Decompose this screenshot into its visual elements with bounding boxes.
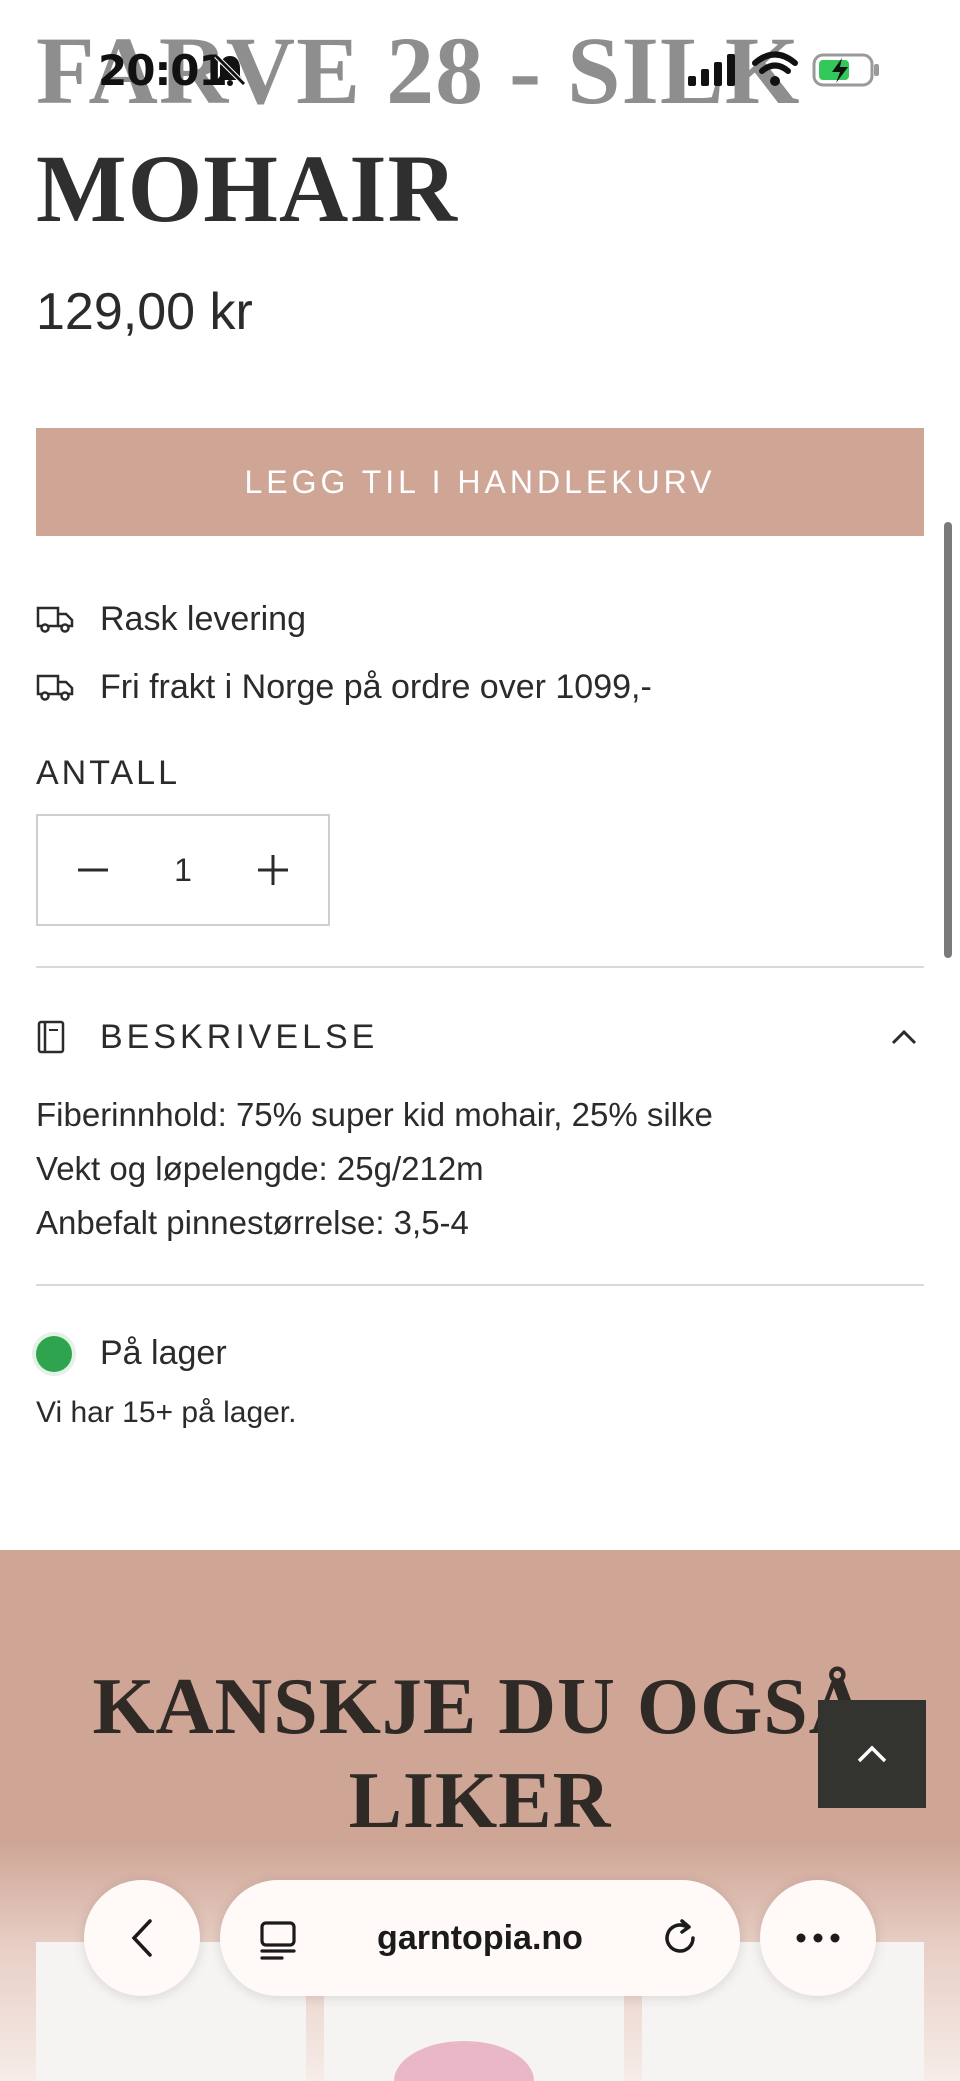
- truck-icon: [36, 674, 74, 701]
- browser-toolbar: garntopia.no: [0, 1880, 960, 2000]
- feature-text: Rask levering: [100, 599, 306, 638]
- book-icon: [37, 1020, 65, 1054]
- product-title-line2: MOHAIR: [36, 135, 458, 242]
- description-line: Vekt og løpelengde: 25g/212m: [36, 1150, 484, 1187]
- signal-icon: [688, 54, 735, 86]
- minus-icon: [78, 868, 108, 872]
- battery-charging-icon: [812, 53, 879, 87]
- description-title: BESKRIVELSE: [100, 1017, 379, 1056]
- recommendations-title-line2: LIKER: [348, 1757, 612, 1845]
- chevron-up-icon: [857, 1745, 887, 1763]
- status-time: 20:01: [98, 46, 228, 95]
- chevron-left-icon: [131, 1919, 152, 1957]
- decrease-quantity-button[interactable]: [38, 816, 148, 924]
- description-line: Anbefalt pinnestørrelse: 3,5-4: [36, 1204, 469, 1241]
- plus-icon: [257, 855, 288, 885]
- scroll-to-top-button[interactable]: [818, 1700, 926, 1808]
- quantity-label: ANTALL: [36, 754, 180, 792]
- address-bar[interactable]: garntopia.no: [220, 1880, 740, 1996]
- add-to-cart-button[interactable]: LEGG TIL I HANDLEKURV: [36, 428, 924, 536]
- back-button[interactable]: [84, 1880, 200, 1996]
- stock-note: Vi har 15+ på lager.: [36, 1396, 297, 1429]
- wifi-icon: [752, 51, 798, 86]
- description-line: Fiberinnhold: 75% super kid mohair, 25% …: [36, 1096, 713, 1133]
- bell-off-icon: [214, 54, 246, 86]
- divider: [36, 966, 924, 968]
- product-price: 129,00 kr: [36, 283, 253, 341]
- description-body: Fiberinnhold: 75% super kid mohair, 25% …: [36, 1088, 713, 1250]
- description-accordion-header[interactable]: BESKRIVELSE: [36, 1006, 924, 1068]
- more-options-button[interactable]: [760, 1880, 876, 1996]
- feature-text: Fri frakt i Norge på ordre over 1099,-: [100, 667, 652, 706]
- quantity-value[interactable]: 1: [174, 852, 192, 889]
- recommendations-title-line1: KANSKJE DU OGSÅ: [92, 1663, 868, 1751]
- in-stock-dot-icon: [36, 1335, 72, 1372]
- scrollbar[interactable]: [944, 522, 952, 958]
- status-bar: 20:01: [0, 0, 960, 140]
- stock-status: På lager: [36, 1334, 227, 1373]
- feature-free-shipping: Fri frakt i Norge på ordre over 1099,-: [36, 662, 652, 712]
- reload-icon[interactable]: [660, 1918, 700, 1958]
- stock-status-text: På lager: [100, 1334, 227, 1372]
- truck-icon: [36, 606, 74, 633]
- divider: [36, 1284, 924, 1286]
- recommendations-title: KANSKJE DU OGSÅ LIKER: [0, 1660, 960, 1848]
- increase-quantity-button[interactable]: [218, 816, 328, 924]
- chevron-up-icon: [891, 1029, 917, 1045]
- ellipsis-icon: [796, 1933, 840, 1943]
- quantity-stepper: 1: [36, 814, 330, 926]
- feature-fast-delivery: Rask levering: [36, 594, 306, 644]
